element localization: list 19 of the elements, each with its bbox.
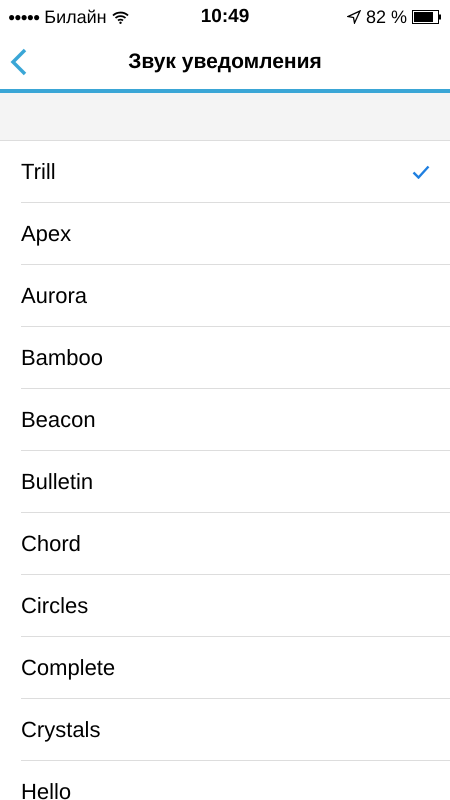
battery-icon xyxy=(412,10,442,24)
sound-option[interactable]: Hello xyxy=(21,761,450,800)
battery-percent: 82 % xyxy=(366,6,408,28)
sound-option[interactable]: Trill xyxy=(21,141,450,203)
sound-option[interactable]: Aurora xyxy=(21,265,450,327)
screen-title: Звук уведомления xyxy=(128,50,322,74)
sound-option[interactable]: Chord xyxy=(21,513,450,575)
sound-option[interactable]: Apex xyxy=(21,203,450,265)
signal-icon: ●●●●● xyxy=(8,10,40,24)
sound-option[interactable]: Beacon xyxy=(21,389,450,451)
sound-option[interactable]: Circles xyxy=(21,575,450,637)
clock-time: 10:49 xyxy=(200,6,250,28)
sound-option[interactable]: Bulletin xyxy=(21,451,450,513)
location-arrow-icon xyxy=(346,10,361,24)
sound-option[interactable]: Crystals xyxy=(21,699,450,761)
wifi-icon xyxy=(112,10,129,24)
sound-option[interactable]: Bamboo xyxy=(21,327,450,389)
sound-option[interactable]: Complete xyxy=(21,637,450,699)
carrier-name: Билайн xyxy=(44,6,107,28)
